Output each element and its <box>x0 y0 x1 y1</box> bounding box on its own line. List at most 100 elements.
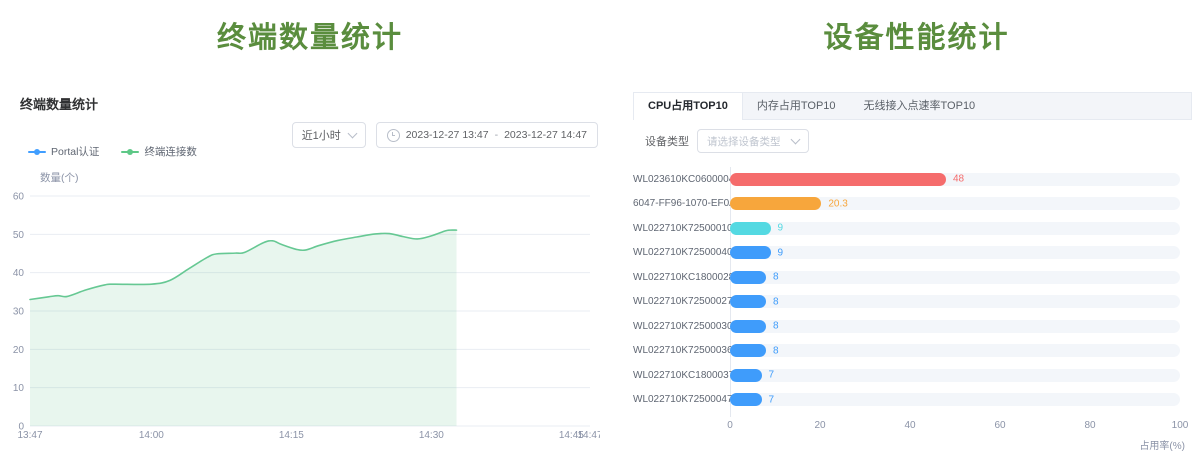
device-name: WL022710K725000272 <box>633 296 722 307</box>
bar <box>730 173 946 186</box>
y-tick-label: 60 <box>13 192 25 203</box>
bar <box>730 393 762 406</box>
y-tick-label: 40 <box>13 268 25 279</box>
legend-item-portal-auth[interactable]: Portal认证 <box>28 144 99 159</box>
x-tick-label: 14:30 <box>419 430 444 441</box>
device-name: WL022710K725000307 <box>633 321 722 332</box>
bar-track: 9 <box>730 246 1180 259</box>
device-type-filter: 设备类型 请选择设备类型 <box>645 129 809 153</box>
x-tick-label: 60 <box>994 420 1005 431</box>
device-name: WL022710K725000470 <box>633 394 722 405</box>
legend-label: 终端连接数 <box>144 144 197 159</box>
bar-row: WL022710K725000369 8 <box>633 339 1193 364</box>
legend-marker-icon <box>28 148 46 156</box>
top10-tabs: CPU占用TOP10内存占用TOP10无线接入点速率TOP10 <box>633 92 1192 120</box>
x-tick-label: 14:00 <box>139 430 164 441</box>
x-tick-label: 13:47 <box>17 430 42 441</box>
date-range-separator: - <box>495 129 499 141</box>
chevron-down-icon <box>347 128 357 138</box>
date-range-end: 2023-12-27 14:47 <box>504 129 587 141</box>
bar <box>730 271 766 284</box>
bar-value-label: 7 <box>769 394 775 405</box>
tab-cpu-top10[interactable]: CPU占用TOP10 <box>634 93 743 120</box>
chart-legend: Portal认证 终端连接数 <box>28 144 197 159</box>
bar-track: 8 <box>730 271 1180 284</box>
bar-value-label: 9 <box>778 247 784 258</box>
legend-label: Portal认证 <box>51 144 99 159</box>
bar-row: 6047-FF96-1070-EF0A 20.3 <box>633 192 1193 217</box>
legend-marker-icon <box>121 148 139 156</box>
x-tick-label: 14:47 <box>577 430 600 441</box>
bar <box>730 369 762 382</box>
device-type-select[interactable]: 请选择设备类型 <box>697 129 809 153</box>
device-name: WL022710KC18000280 <box>633 272 722 283</box>
cpu-top10-bar-chart: WL023610KC06000043 48 6047-FF96-1070-EF0A 2… <box>633 167 1193 412</box>
device-name: WL022710KC18000372 <box>633 370 722 381</box>
tab-wireless-ap-rate-top10[interactable]: 无线接入点速率TOP10 <box>850 93 990 119</box>
bar-track: 7 <box>730 369 1180 382</box>
device-name: WL023610KC06000043 <box>633 174 722 185</box>
device-name: WL022710K725000409 <box>633 247 722 258</box>
terminal-chart-title: 终端数量统计 <box>20 94 98 113</box>
y-tick-label: 20 <box>13 345 25 356</box>
bar-row: WL022710K725000272 8 <box>633 290 1193 315</box>
bar-value-label: 8 <box>773 296 779 307</box>
x-tick-label: 40 <box>904 420 915 431</box>
bar <box>730 344 766 357</box>
bar-row: WL022710KC18000372 7 <box>633 363 1193 388</box>
x-tick-label: 0 <box>727 420 733 431</box>
time-controls: 近1小时 2023-12-27 13:47 - 2023-12-27 14:47 <box>292 122 598 148</box>
bar-value-label: 48 <box>953 174 964 185</box>
date-range-start: 2023-12-27 13:47 <box>406 129 489 141</box>
x-tick-label: 20 <box>814 420 825 431</box>
bar-row: WL022710K725000470 7 <box>633 388 1193 413</box>
bar-value-label: 20.3 <box>828 198 847 209</box>
x-tick-label: 14:15 <box>279 430 304 441</box>
bar-value-label: 8 <box>773 321 779 332</box>
bar-track: 48 <box>730 173 1180 186</box>
bar-row: WL023610KC06000043 48 <box>633 167 1193 192</box>
date-range-picker[interactable]: 2023-12-27 13:47 - 2023-12-27 14:47 <box>376 122 598 148</box>
bar-row: WL022710K725000409 9 <box>633 241 1193 266</box>
x-tick-label: 80 <box>1084 420 1095 431</box>
y-tick-label: 30 <box>13 307 25 318</box>
tab-memory-top10[interactable]: 内存占用TOP10 <box>743 93 850 119</box>
device-name: 6047-FF96-1070-EF0A <box>633 198 722 209</box>
time-range-select[interactable]: 近1小时 <box>292 122 366 148</box>
bar-value-label: 7 <box>769 370 775 381</box>
bar-track: 8 <box>730 344 1180 357</box>
bar-track: 7 <box>730 393 1180 406</box>
legend-dot-icon <box>127 149 133 155</box>
dashboard: 终端数量统计 终端数量统计 近1小时 2023-12-27 13:47 - 20… <box>0 0 1200 456</box>
bar-track: 8 <box>730 320 1180 333</box>
terminal-connections-line-chart: 010203040506013:4714:0014:1514:3014:4514… <box>8 186 600 456</box>
y-tick-label: 10 <box>13 383 25 394</box>
legend-dot-icon <box>34 149 40 155</box>
y-axis-name: 数量(个) <box>40 170 79 185</box>
device-stats-header: 设备性能统计 <box>633 14 1200 56</box>
chevron-down-icon <box>791 134 801 144</box>
bar-track: 8 <box>730 295 1180 308</box>
y-tick-label: 50 <box>13 230 25 241</box>
clock-icon <box>387 129 400 142</box>
area-fill <box>30 230 457 426</box>
device-type-placeholder: 请选择设备类型 <box>707 134 781 149</box>
legend-item-terminal-connections[interactable]: 终端连接数 <box>121 144 197 159</box>
bar <box>730 246 771 259</box>
time-range-value: 近1小时 <box>302 127 341 143</box>
bar <box>730 295 766 308</box>
device-performance-panel: 设备性能统计 CPU占用TOP10内存占用TOP10无线接入点速率TOP10 设… <box>633 0 1200 456</box>
x-axis-unit-label: 占用率(%) <box>1095 437 1185 452</box>
bar-row: WL022710KC18000280 8 <box>633 265 1193 290</box>
bar-track: 9 <box>730 222 1180 235</box>
x-tick-label: 100 <box>1172 420 1189 431</box>
bar <box>730 222 771 235</box>
bar-value-label: 8 <box>773 345 779 356</box>
bar-value-label: 9 <box>778 223 784 234</box>
terminal-stats-panel: 终端数量统计 终端数量统计 近1小时 2023-12-27 13:47 - 20… <box>0 0 620 456</box>
device-type-label: 设备类型 <box>645 133 689 149</box>
bar <box>730 320 766 333</box>
device-name: WL022710K725000369 <box>633 345 722 356</box>
device-name: WL022710K725000102 <box>633 223 722 234</box>
bar-value-label: 8 <box>773 272 779 283</box>
